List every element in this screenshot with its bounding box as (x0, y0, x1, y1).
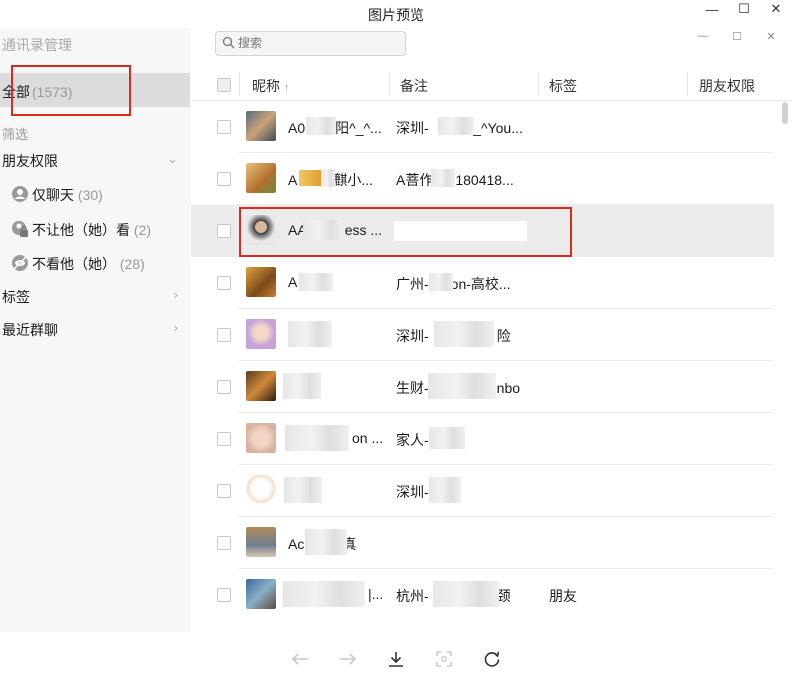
row-checkbox[interactable] (217, 588, 231, 602)
search-input[interactable] (238, 34, 398, 51)
filter-label: 筛选 (2, 127, 29, 142)
sidebar: 通讯录管理 全部 (1573) 筛选 朋友权限 ⌄ 仅聊天 (30) 不让他（她）… (0, 28, 190, 632)
download-icon[interactable] (384, 648, 408, 670)
row-checkbox[interactable] (217, 380, 231, 394)
remark-cell: 家人- (396, 432, 429, 448)
contacts-manager-title: 通讯录管理 (2, 37, 72, 53)
window-title: 图片预览 (368, 7, 424, 23)
remark-cell: 广州-on-高校... (396, 276, 511, 292)
search-box[interactable] (215, 31, 406, 56)
window-controls: — ☐ ✕ (696, 0, 792, 20)
friend-permissions-label: 朋友权限 (2, 153, 58, 169)
chevron-right-icon: › (173, 287, 178, 302)
chat-only-count: (30) (77, 187, 103, 203)
remark-cell: 深圳- (396, 484, 429, 500)
inner-minimize-button[interactable]: — (686, 28, 720, 44)
close-button[interactable]: ✕ (760, 0, 792, 18)
title-bar: 图片预览 — ☐ ✕ (0, 0, 792, 28)
scrollbar-thumb[interactable] (782, 102, 788, 124)
row-checkbox[interactable] (217, 536, 231, 550)
row-checkbox[interactable] (217, 432, 231, 446)
chevron-right-icon: › (173, 320, 178, 335)
row-checkbox[interactable] (217, 224, 231, 238)
lock-person-icon (11, 220, 29, 238)
highlight-box-all (11, 65, 131, 116)
bottom-toolbar (0, 632, 792, 683)
avatar (246, 527, 276, 557)
table-row[interactable]: A 广州-on-高校... (191, 257, 774, 309)
sidebar-item-not-view[interactable]: 不看他（她） (28) (0, 251, 190, 275)
not-view-label: 不看他（她） (32, 256, 116, 272)
table-row[interactable]: on ... 家人- (191, 413, 774, 465)
sidebar-item-friend-permissions[interactable]: 朋友权限 ⌄ (0, 148, 190, 172)
avatar (246, 111, 276, 141)
column-nickname[interactable]: 昵称 ↑ (252, 76, 289, 96)
avatar (246, 163, 276, 193)
avatar (246, 267, 276, 297)
hide-from-count: (2) (133, 222, 152, 238)
maximize-button[interactable]: ☐ (728, 0, 760, 18)
search-icon (222, 36, 235, 54)
prev-arrow-icon[interactable] (288, 648, 312, 670)
crop-icon[interactable] (432, 648, 456, 670)
column-friend-permissions[interactable]: 朋友权限 (699, 76, 755, 96)
avatar (246, 579, 276, 609)
row-checkbox[interactable] (217, 172, 231, 186)
table-header: 昵称 ↑ 备注 标签 朋友权限 (191, 70, 792, 101)
select-all-checkbox[interactable] (217, 78, 231, 92)
contacts-list-pane: — ☐ ✕ 昵称 ↑ 备注 标签 朋友权限 A0阳^_^... 深圳-^_^Yo… (191, 28, 792, 632)
row-checkbox[interactable] (217, 484, 231, 498)
rotate-icon[interactable] (480, 648, 504, 670)
nickname-cell: A (288, 274, 298, 290)
row-checkbox[interactable] (217, 328, 231, 342)
highlight-box-row (239, 207, 572, 257)
row-checkbox[interactable] (217, 276, 231, 290)
table-row[interactable]: 生财-nbo (191, 361, 774, 413)
table-row[interactable]: 深圳- (191, 465, 774, 517)
sidebar-item-recent-groups[interactable]: 最近群聊 › (0, 317, 190, 341)
tags-label: 标签 (2, 289, 30, 305)
row-checkbox[interactable] (217, 120, 231, 134)
next-arrow-icon[interactable] (336, 648, 360, 670)
recent-groups-label: 最近群聊 (2, 322, 58, 338)
table-row[interactable]: A 麒小... A菩作 180418... (191, 153, 774, 205)
sidebar-item-hide-from[interactable]: 不让他（她）看 (2) (0, 217, 190, 241)
minimize-button[interactable]: — (696, 0, 728, 18)
table-row[interactable]: |... 杭州- 颈 朋友 (191, 569, 774, 621)
avatar (246, 475, 276, 505)
chevron-down-icon: ⌄ (167, 151, 178, 166)
person-icon (11, 185, 29, 203)
sidebar-item-chat-only[interactable]: 仅聊天 (30) (0, 182, 190, 206)
column-remark[interactable]: 备注 (400, 76, 428, 96)
table-row[interactable]: A0 阳^_^... 深圳- ^_^You... (191, 101, 774, 153)
inner-maximize-button[interactable]: ☐ (720, 28, 754, 44)
sort-up-icon: ↑ (283, 82, 290, 94)
avatar (246, 319, 276, 349)
avatar (246, 371, 276, 401)
inner-window-controls: — ☐ ✕ (686, 28, 788, 44)
column-tag[interactable]: 标签 (549, 76, 577, 96)
table-row[interactable]: 深圳- 险 (191, 309, 774, 361)
sidebar-item-tags[interactable]: 标签 › (0, 284, 190, 308)
not-view-count: (28) (119, 256, 145, 272)
hide-from-label: 不让他（她）看 (32, 222, 130, 238)
inner-close-button[interactable]: ✕ (754, 28, 788, 44)
table-row[interactable]: Ac 真 (191, 517, 774, 569)
tag-cell: 朋友 (549, 588, 577, 604)
chat-only-label: 仅聊天 (32, 187, 74, 203)
avatar (246, 423, 276, 453)
eye-off-icon (11, 254, 29, 272)
